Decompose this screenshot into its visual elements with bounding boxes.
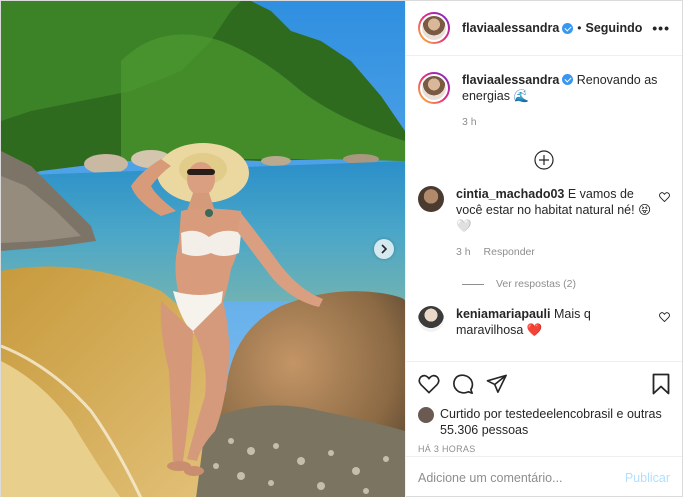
liker-username[interactable]: testedeelencobrasil: [505, 407, 613, 421]
share-paper-plane-icon[interactable]: [486, 374, 508, 394]
beach-photo-image: [1, 1, 405, 497]
save-bookmark-icon[interactable]: [652, 373, 670, 395]
publish-button[interactable]: Publicar: [625, 471, 670, 485]
author-username[interactable]: flaviaalessandra: [462, 21, 559, 35]
caption-author-avatar[interactable]: [418, 72, 450, 104]
verified-badge-icon: [562, 22, 574, 34]
post-header: flaviaalessandra • Seguindo •••: [406, 1, 682, 56]
comments-list: flaviaalessandra Renovando as energias 🌊…: [406, 56, 682, 361]
liked-by-connector: e: [616, 407, 624, 421]
comment-emoji: ❤️: [526, 323, 543, 337]
like-heart-icon[interactable]: [418, 374, 440, 394]
add-comment-bar: Publicar: [406, 456, 682, 497]
comment-time[interactable]: 3 h: [456, 246, 471, 258]
commenter-avatar[interactable]: [418, 306, 444, 332]
post-actions: Curtido por testedeelencobrasil e outras…: [406, 361, 682, 456]
view-replies-button[interactable]: Ver respostas (2): [462, 278, 670, 290]
author-avatar[interactable]: [418, 12, 450, 44]
comment-item: cintia_machado03 E vamos de você estar n…: [418, 186, 670, 260]
liker-avatar[interactable]: [418, 407, 434, 423]
caption-time[interactable]: 3 h: [462, 116, 477, 128]
commenter-avatar[interactable]: [418, 186, 444, 212]
wave-emoji: 🌊: [513, 89, 530, 103]
commenter-username[interactable]: keniamariapauli: [456, 307, 551, 321]
post-side-panel: flaviaalessandra • Seguindo ••• flaviaal…: [405, 1, 682, 497]
caption-author[interactable]: flaviaalessandra: [462, 73, 559, 87]
load-more-comments-button[interactable]: [418, 150, 670, 170]
comment-meta: 3 h Responder: [456, 244, 654, 260]
post-photo: [1, 1, 405, 497]
view-replies-label: Ver respostas (2): [496, 278, 576, 290]
post-timestamp[interactable]: HÁ 3 HORAS: [418, 444, 670, 454]
comment-bubble-icon[interactable]: [452, 373, 474, 395]
replies-divider: [462, 283, 484, 285]
chevron-right-icon: [381, 244, 388, 254]
following-button[interactable]: Seguindo: [586, 21, 643, 35]
commenter-username[interactable]: cintia_machado03: [456, 187, 564, 201]
verified-badge-icon: [562, 74, 574, 85]
plus-circle-icon: [534, 150, 554, 170]
instagram-post-modal: flaviaalessandra • Seguindo ••• flaviaal…: [0, 0, 683, 497]
caption: flaviaalessandra Renovando as energias 🌊…: [418, 72, 670, 130]
caption-meta: 3 h: [462, 114, 670, 130]
separator-dot: •: [577, 21, 582, 35]
comment-input[interactable]: [418, 470, 625, 485]
reply-button[interactable]: Responder: [484, 246, 535, 258]
like-comment-heart-icon[interactable]: [659, 192, 670, 202]
like-comment-heart-icon[interactable]: [659, 312, 670, 322]
likes-summary: Curtido por testedeelencobrasil e outras…: [418, 406, 670, 438]
next-photo-button[interactable]: [374, 239, 394, 259]
liked-by-prefix: Curtido por: [440, 407, 502, 421]
more-options-icon[interactable]: •••: [652, 20, 670, 36]
comment-item: keniamariapauli Mais q maravilhosa ❤️: [418, 306, 670, 338]
